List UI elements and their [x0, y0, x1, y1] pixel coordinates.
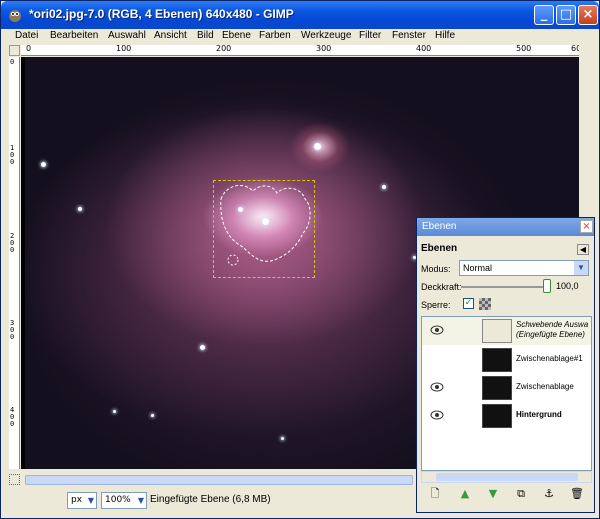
- scrollbar-thumb[interactable]: [436, 473, 578, 481]
- menu-werkzeuge[interactable]: Werkzeuge: [301, 30, 351, 41]
- layer-name: Schwebende Auswa (Eingefügte Ebene): [516, 320, 589, 339]
- opacity-label: Deckkraft:: [421, 282, 462, 292]
- mode-select[interactable]: Normal ▼: [459, 260, 589, 276]
- menu-farben[interactable]: Farben: [259, 30, 291, 41]
- close-button[interactable]: ×: [578, 5, 598, 25]
- layer-row[interactable]: Hintergrund: [422, 402, 591, 430]
- menu-auswahl[interactable]: Auswahl: [108, 30, 146, 41]
- tab-menu-icon[interactable]: ◀: [577, 244, 589, 255]
- opacity-value[interactable]: 100,0: [554, 280, 590, 294]
- layers-dialog-title[interactable]: Ebenen: [417, 218, 594, 236]
- menu-fenster[interactable]: Fenster: [392, 30, 426, 41]
- layers-dialog: Ebenen × Ebenen ◀ Modus: Normal ▼ Deckkr…: [416, 217, 595, 513]
- menu-hilfe[interactable]: Hilfe: [435, 30, 455, 41]
- menu-bearbeiten[interactable]: Bearbeiten: [50, 30, 98, 41]
- layers-toolbar: 🗋 ▲ ▼ ⧉ ⚓ 🗑: [421, 486, 592, 504]
- layer-thumbnail: [482, 348, 512, 372]
- new-layer-icon[interactable]: 🗋: [427, 486, 443, 502]
- raise-layer-icon[interactable]: ▲: [457, 486, 473, 502]
- menu-ansicht[interactable]: Ansicht: [154, 30, 187, 41]
- ruler-label: 300: [316, 45, 332, 53]
- layer-thumbnail: [482, 404, 512, 428]
- ruler-label: 200: [216, 45, 232, 53]
- ruler-corner: [9, 45, 20, 56]
- mode-label: Modus:: [421, 264, 451, 274]
- ruler-label: 400: [416, 45, 432, 53]
- scrollbar-thumb[interactable]: [25, 475, 413, 485]
- floating-layer-thumbnail: [482, 319, 512, 343]
- ruler-label: 100: [10, 144, 15, 166]
- ruler-label: 300: [10, 319, 15, 341]
- lower-layer-icon[interactable]: ▼: [485, 486, 501, 502]
- layers-header: Ebenen: [421, 243, 458, 254]
- gimp-icon: [9, 10, 21, 22]
- layer-row[interactable]: Zwischenablage: [422, 374, 591, 402]
- layer-row[interactable]: Schwebende Auswa (Eingefügte Ebene): [422, 317, 591, 345]
- opacity-slider-handle[interactable]: [543, 279, 551, 293]
- chevron-down-icon: ▼: [87, 496, 94, 505]
- horizontal-ruler[interactable]: 0 100 200 300 400 500 600: [21, 45, 579, 56]
- menu-ebene[interactable]: Ebene: [222, 30, 251, 41]
- menu-filter[interactable]: Filter: [359, 30, 381, 41]
- status-message: Eingefügte Ebene (6,8 MB): [150, 494, 271, 505]
- vertical-ruler[interactable]: 0 100 200 300 400: [9, 57, 20, 469]
- layer-row[interactable]: Zwischenablage#1: [422, 346, 591, 374]
- maximize-button[interactable]: □: [556, 5, 576, 25]
- delete-layer-icon[interactable]: 🗑: [569, 486, 585, 502]
- ruler-label: 400: [10, 406, 15, 428]
- mode-value: Normal: [463, 263, 493, 273]
- layers-scrollbar[interactable]: [421, 471, 592, 483]
- opacity-slider[interactable]: [461, 286, 549, 288]
- eye-icon[interactable]: [430, 325, 444, 335]
- lock-pixels-checkbox[interactable]: ✓: [463, 298, 474, 309]
- ruler-label: 0: [10, 58, 15, 66]
- ruler-label: 100: [116, 45, 132, 53]
- layers-list: Schwebende Auswa (Eingefügte Ebene) Zwisc…: [421, 316, 592, 471]
- ruler-label: 600: [571, 45, 579, 53]
- duplicate-layer-icon[interactable]: ⧉: [513, 486, 529, 502]
- close-icon[interactable]: ×: [580, 220, 593, 233]
- title-bar[interactable]: *ori02.jpg-7.0 (RGB, 4 Ebenen) 640x480 -…: [1, 1, 599, 29]
- anchor-icon[interactable]: ⚓: [541, 486, 557, 502]
- lock-alpha-icon[interactable]: [479, 298, 491, 310]
- menu-datei[interactable]: Datei: [15, 30, 38, 41]
- chevron-down-icon: ▼: [137, 496, 144, 505]
- minimize-button[interactable]: _: [534, 5, 554, 25]
- zoom-value: 100%: [105, 495, 131, 505]
- layer-name: Hintergrund: [516, 410, 562, 419]
- ruler-label: 500: [516, 45, 532, 53]
- zoom-select[interactable]: 100% ▼: [101, 492, 147, 509]
- ruler-label: 0: [26, 45, 32, 53]
- lock-label: Sperre:: [421, 300, 451, 310]
- layer-name: Zwischenablage: [516, 382, 574, 391]
- navigate-icon[interactable]: [9, 474, 20, 485]
- menu-bar: Datei Bearbeiten Auswahl Ansicht Bild Eb…: [1, 29, 599, 44]
- unit-value: px: [71, 495, 83, 505]
- unit-select[interactable]: px ▼: [67, 492, 97, 509]
- ruler-label: 200: [10, 232, 15, 254]
- horizontal-scrollbar[interactable]: [21, 472, 417, 488]
- layer-name: Zwischenablage#1: [516, 354, 583, 363]
- eye-icon[interactable]: [430, 410, 444, 420]
- menu-bild[interactable]: Bild: [197, 30, 214, 41]
- chevron-down-icon: ▼: [574, 261, 588, 275]
- eye-icon[interactable]: [430, 382, 444, 392]
- window-title: *ori02.jpg-7.0 (RGB, 4 Ebenen) 640x480 -…: [29, 7, 294, 21]
- layer-thumbnail: [482, 376, 512, 400]
